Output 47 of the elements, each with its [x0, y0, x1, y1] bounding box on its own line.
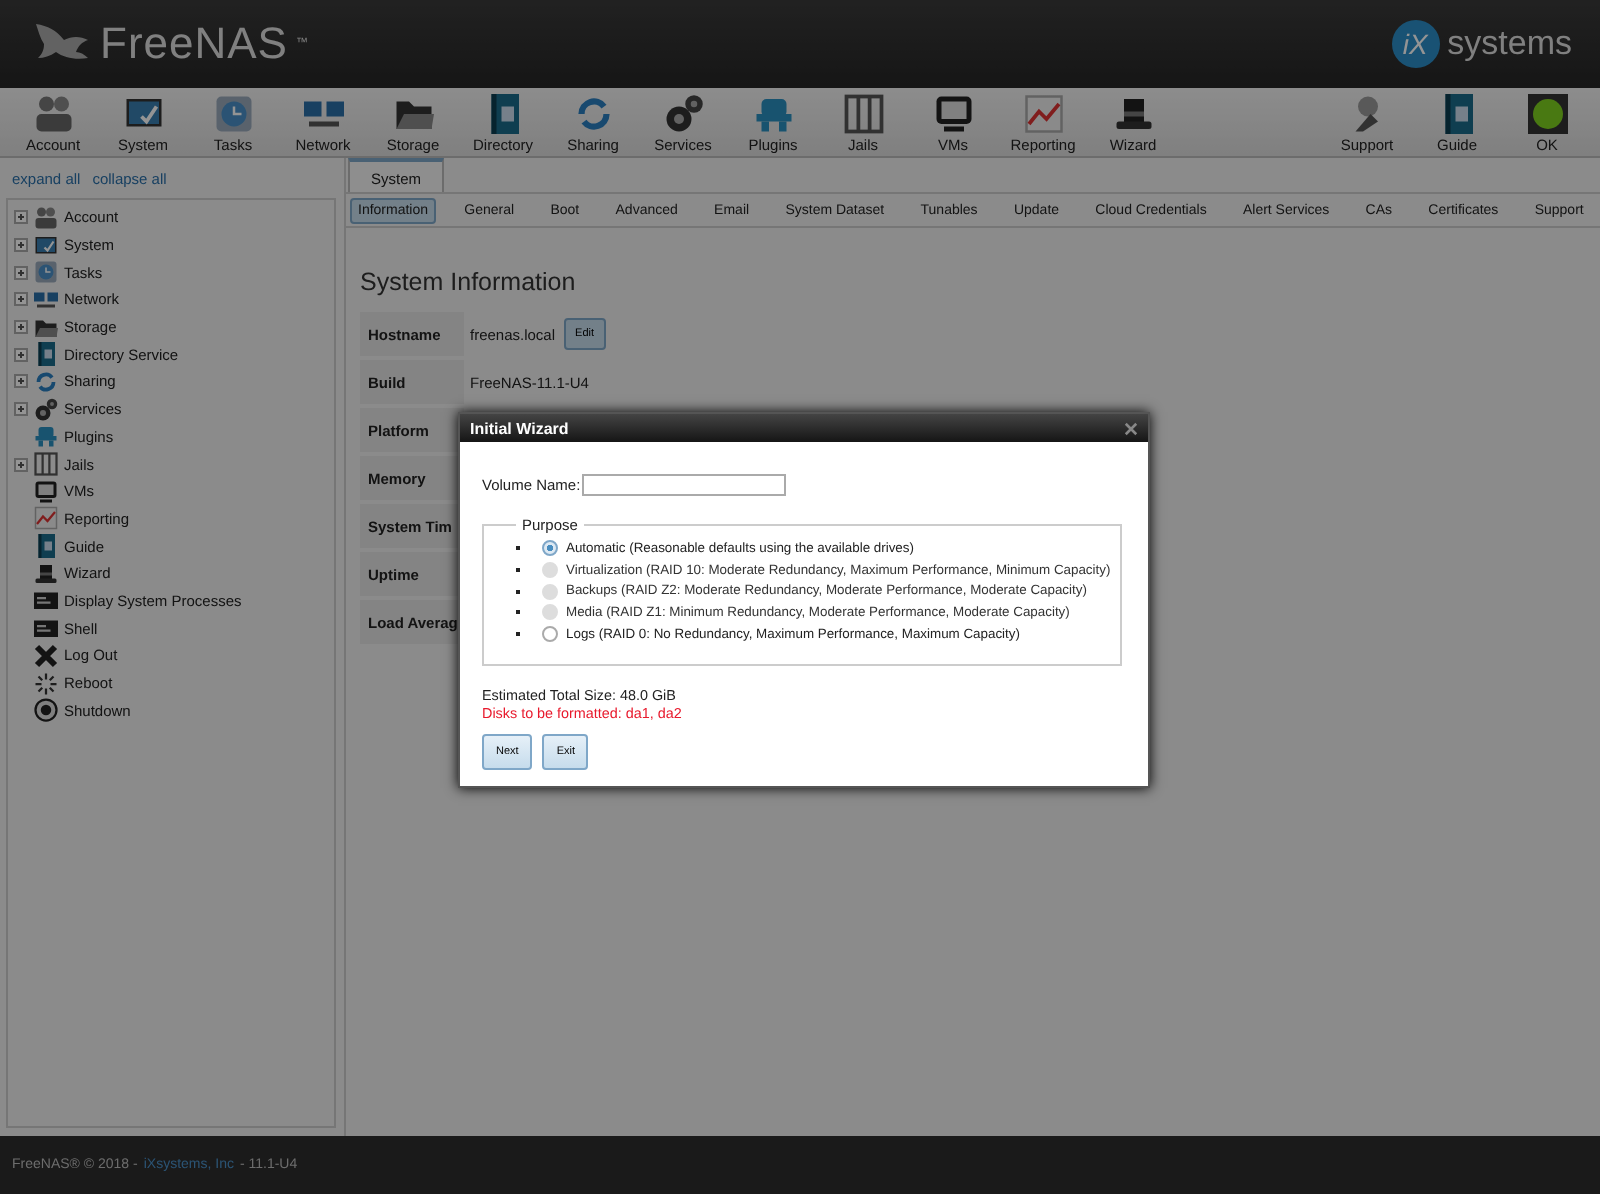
plug-icon	[34, 424, 58, 449]
monitor-icon	[34, 233, 58, 258]
section-title: System Information	[360, 268, 578, 296]
people-icon	[33, 94, 73, 134]
clock-icon	[213, 94, 253, 134]
terminal-icon	[34, 616, 58, 641]
expand-icon[interactable]	[14, 402, 28, 417]
expand-icon[interactable]	[14, 457, 28, 472]
status-light-icon	[1527, 94, 1567, 134]
cross-icon	[34, 643, 58, 668]
hat-icon	[34, 561, 58, 586]
people-icon	[34, 205, 58, 230]
expand-icon[interactable]	[14, 210, 28, 225]
power-icon	[34, 698, 58, 723]
radio-button[interactable]	[542, 626, 558, 643]
book-icon	[34, 534, 58, 559]
volume-name-field[interactable]	[582, 474, 787, 496]
spinner-icon	[34, 671, 58, 696]
gear-icon	[663, 94, 703, 134]
expand-icon[interactable]	[14, 347, 28, 362]
network-icon	[34, 287, 58, 312]
bars-icon	[34, 452, 58, 477]
radio-button[interactable]	[542, 540, 558, 557]
sync-icon	[34, 369, 58, 394]
monitor-icon	[34, 479, 58, 504]
book-icon	[34, 342, 58, 367]
gear-icon	[34, 397, 58, 422]
dialog-title: Initial Wizard	[470, 419, 569, 437]
sync-icon	[573, 94, 613, 134]
clock-icon	[34, 260, 58, 285]
hat-icon	[1113, 94, 1153, 134]
plug-icon	[753, 94, 793, 134]
close-icon[interactable]	[1124, 421, 1138, 435]
expand-icon[interactable]	[14, 238, 28, 253]
vendor-logo-mark: iX	[1391, 20, 1440, 68]
logo-text: FreeNAS	[100, 18, 288, 70]
terminal-icon	[34, 588, 58, 613]
expand-icon[interactable]	[14, 374, 28, 389]
monitor-icon	[933, 94, 973, 134]
expand-icon[interactable]	[14, 265, 28, 280]
chart-icon	[1023, 94, 1063, 134]
expand-icon[interactable]	[14, 292, 28, 307]
folder-icon	[34, 315, 58, 340]
chart-icon	[34, 506, 58, 531]
bars-icon	[843, 94, 883, 134]
expand-icon[interactable]	[14, 320, 28, 335]
vendor-logo-text: systems	[1447, 24, 1572, 64]
